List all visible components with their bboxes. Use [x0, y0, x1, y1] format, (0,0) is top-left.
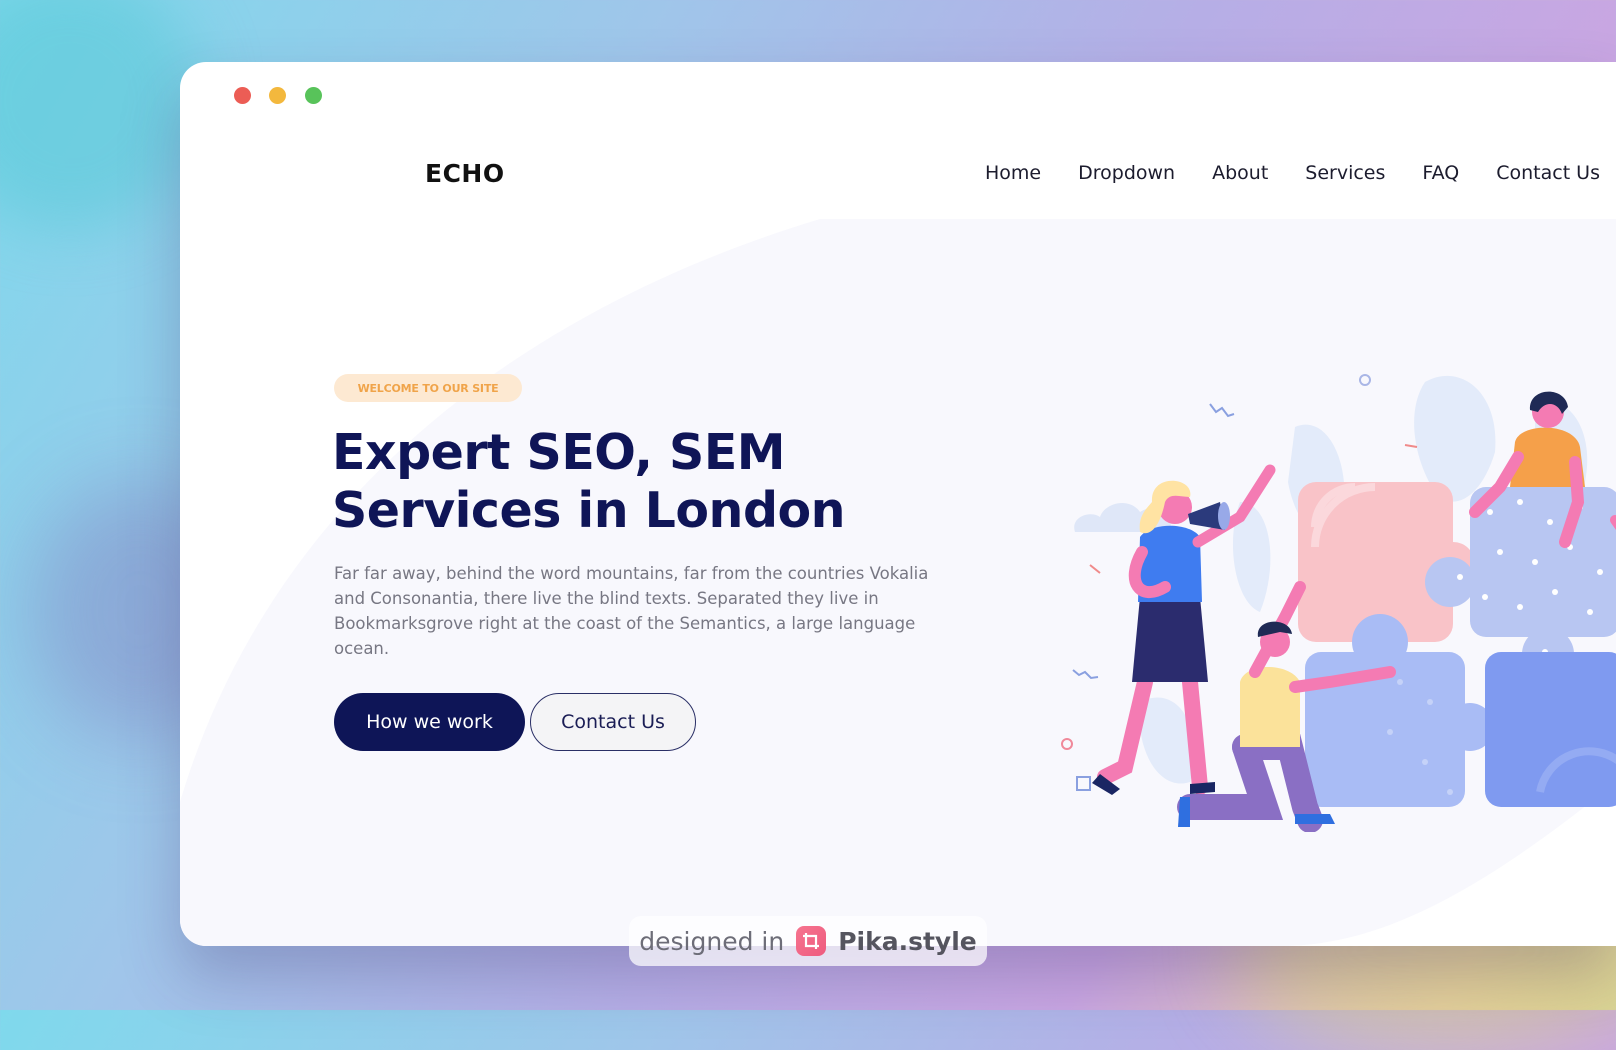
puzzle-piece-periwinkle	[1485, 652, 1616, 807]
window-minimize-button[interactable]	[269, 87, 286, 104]
confetti-squiggle	[1072, 669, 1099, 680]
confetti-dash	[1089, 564, 1101, 574]
hero-title-line-2: Services in London	[332, 482, 846, 539]
confetti-circle	[1061, 738, 1073, 750]
nav-home[interactable]: Home	[985, 162, 1041, 184]
how-we-work-button[interactable]: How we work	[334, 693, 525, 751]
window-close-button[interactable]	[234, 87, 251, 104]
crop-icon	[796, 926, 827, 956]
welcome-badge: WELCOME TO OUR SITE	[334, 374, 522, 402]
confetti-squiggle	[1209, 403, 1235, 418]
confetti-dash	[1404, 444, 1418, 448]
nav-dropdown[interactable]: Dropdown	[1078, 162, 1175, 184]
watermark-brand: Pika.style	[838, 926, 977, 956]
confetti-circle	[1359, 374, 1371, 386]
nav-contact-us[interactable]: Contact Us	[1496, 162, 1600, 184]
nav-services[interactable]: Services	[1305, 162, 1385, 184]
main-navigation: Home Dropdown About Services FAQ Contact…	[985, 162, 1600, 184]
puzzle-piece-blue	[1305, 614, 1494, 807]
watermark-prefix: designed in	[639, 926, 785, 956]
browser-window: ECHO Home Dropdown About Services FAQ Co…	[180, 62, 1616, 946]
nav-faq[interactable]: FAQ	[1422, 162, 1459, 184]
puzzle-team-illustration	[1061, 374, 1616, 832]
window-maximize-button[interactable]	[305, 87, 322, 104]
hero-title-line-1: Expert SEO, SEM	[332, 424, 786, 481]
confetti-square	[1076, 776, 1091, 791]
pika-watermark[interactable]: designed in Pika.style	[629, 916, 987, 966]
puzzle-piece-lightblue-dotted	[1425, 487, 1616, 680]
hero-description: Far far away, behind the word mountains,…	[334, 564, 929, 658]
hero-title: Expert SEO, SEM Services in London	[332, 424, 972, 540]
background-blob	[0, 0, 200, 230]
site-logo[interactable]: ECHO	[425, 159, 505, 188]
contact-us-button[interactable]: Contact Us	[530, 693, 696, 751]
nav-about[interactable]: About	[1212, 162, 1268, 184]
